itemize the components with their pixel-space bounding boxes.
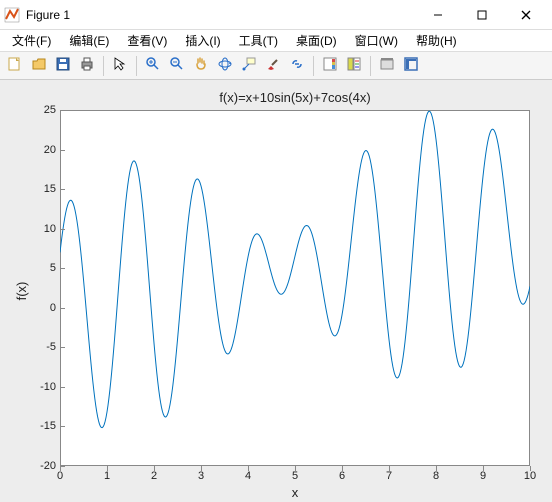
xtick-label: 0 <box>57 470 63 482</box>
menu-item-1[interactable]: 编辑(E) <box>61 30 117 51</box>
menu-item-6[interactable]: 窗口(W) <box>347 30 406 51</box>
toolbar-separator <box>313 56 314 76</box>
ytick-mark <box>60 466 65 467</box>
new-figure-button[interactable] <box>4 55 26 77</box>
toolbar-separator <box>136 56 137 76</box>
plot-title: f(x)=x+10sin(5x)+7cos(4x) <box>60 90 530 105</box>
menu-item-3[interactable]: 插入(I) <box>177 30 228 51</box>
menu-item-2[interactable]: 查看(V) <box>119 30 175 51</box>
ytick-mark <box>60 426 65 427</box>
print-icon <box>79 56 95 75</box>
ytick-mark <box>60 308 65 309</box>
hide-tools-button[interactable] <box>376 55 398 77</box>
menu-item-0[interactable]: 文件(F) <box>4 30 59 51</box>
plot-area: f(x)=x+10sin(5x)+7cos(4x) f(x) x 0 1 2 3 4 5 6… <box>0 80 552 502</box>
ytick-label: 25 <box>44 104 56 116</box>
rotate-3d-button[interactable] <box>214 55 236 77</box>
ytick-mark <box>60 150 65 151</box>
save-icon <box>55 56 71 75</box>
xtick-label: 2 <box>151 470 157 482</box>
toolbar-separator <box>103 56 104 76</box>
show-tools-icon <box>403 56 419 75</box>
ytick-label: 10 <box>44 223 56 235</box>
brush-icon <box>265 56 281 75</box>
data-cursor-icon <box>241 56 257 75</box>
ytick-label: -15 <box>40 420 56 432</box>
ytick-label: 0 <box>50 302 56 314</box>
pan-icon <box>193 56 209 75</box>
zoom-out-icon <box>169 56 185 75</box>
minimize-button[interactable] <box>416 0 460 30</box>
ytick-mark <box>60 268 65 269</box>
y-axis-label: f(x) <box>14 282 29 301</box>
matlab-figure-icon <box>4 7 20 23</box>
ytick-mark <box>60 347 65 348</box>
ytick-label: -10 <box>40 381 56 393</box>
insert-colorbar-button[interactable] <box>319 55 341 77</box>
insert-legend-button[interactable] <box>343 55 365 77</box>
data-cursor-button[interactable] <box>238 55 260 77</box>
ytick-mark <box>60 189 65 190</box>
ytick-label: -20 <box>40 460 56 472</box>
ytick-label: 5 <box>50 262 56 274</box>
new-figure-icon <box>7 56 23 75</box>
ytick-label: -5 <box>46 341 56 353</box>
insert-legend-icon <box>346 56 362 75</box>
link-button[interactable] <box>286 55 308 77</box>
edit-plot-button[interactable] <box>109 55 131 77</box>
open-file-button[interactable] <box>28 55 50 77</box>
xtick-label: 3 <box>198 470 204 482</box>
insert-colorbar-icon <box>322 56 338 75</box>
zoom-in-icon <box>145 56 161 75</box>
link-icon <box>289 56 305 75</box>
close-button[interactable] <box>504 0 548 30</box>
zoom-out-button[interactable] <box>166 55 188 77</box>
xtick-label: 4 <box>245 470 251 482</box>
menu-item-4[interactable]: 工具(T) <box>231 30 286 51</box>
xtick-label: 10 <box>524 470 536 482</box>
xtick-label: 8 <box>433 470 439 482</box>
ytick-label: 15 <box>44 183 56 195</box>
menubar: 文件(F)编辑(E)查看(V)插入(I)工具(T)桌面(D)窗口(W)帮助(H) <box>0 30 552 52</box>
line-series <box>60 110 530 466</box>
ytick-mark <box>60 110 65 111</box>
save-button[interactable] <box>52 55 74 77</box>
rotate-3d-icon <box>217 56 233 75</box>
xtick-label: 5 <box>292 470 298 482</box>
x-axis-label: x <box>60 485 530 500</box>
ytick-mark <box>60 229 65 230</box>
ytick-label: 20 <box>44 144 56 156</box>
titlebar: Figure 1 <box>0 0 552 30</box>
toolbar-separator <box>370 56 371 76</box>
menu-item-7[interactable]: 帮助(H) <box>408 30 465 51</box>
ytick-mark <box>60 387 65 388</box>
window-title: Figure 1 <box>26 8 416 22</box>
toolbar <box>0 52 552 80</box>
open-file-icon <box>31 56 47 75</box>
xtick-label: 6 <box>339 470 345 482</box>
hide-tools-icon <box>379 56 395 75</box>
maximize-button[interactable] <box>460 0 504 30</box>
show-tools-button[interactable] <box>400 55 422 77</box>
print-button[interactable] <box>76 55 98 77</box>
menu-item-5[interactable]: 桌面(D) <box>288 30 345 51</box>
brush-button[interactable] <box>262 55 284 77</box>
zoom-in-button[interactable] <box>142 55 164 77</box>
xtick-label: 7 <box>386 470 392 482</box>
xtick-label: 9 <box>480 470 486 482</box>
edit-plot-icon <box>112 56 128 75</box>
xtick-label: 1 <box>104 470 110 482</box>
pan-button[interactable] <box>190 55 212 77</box>
